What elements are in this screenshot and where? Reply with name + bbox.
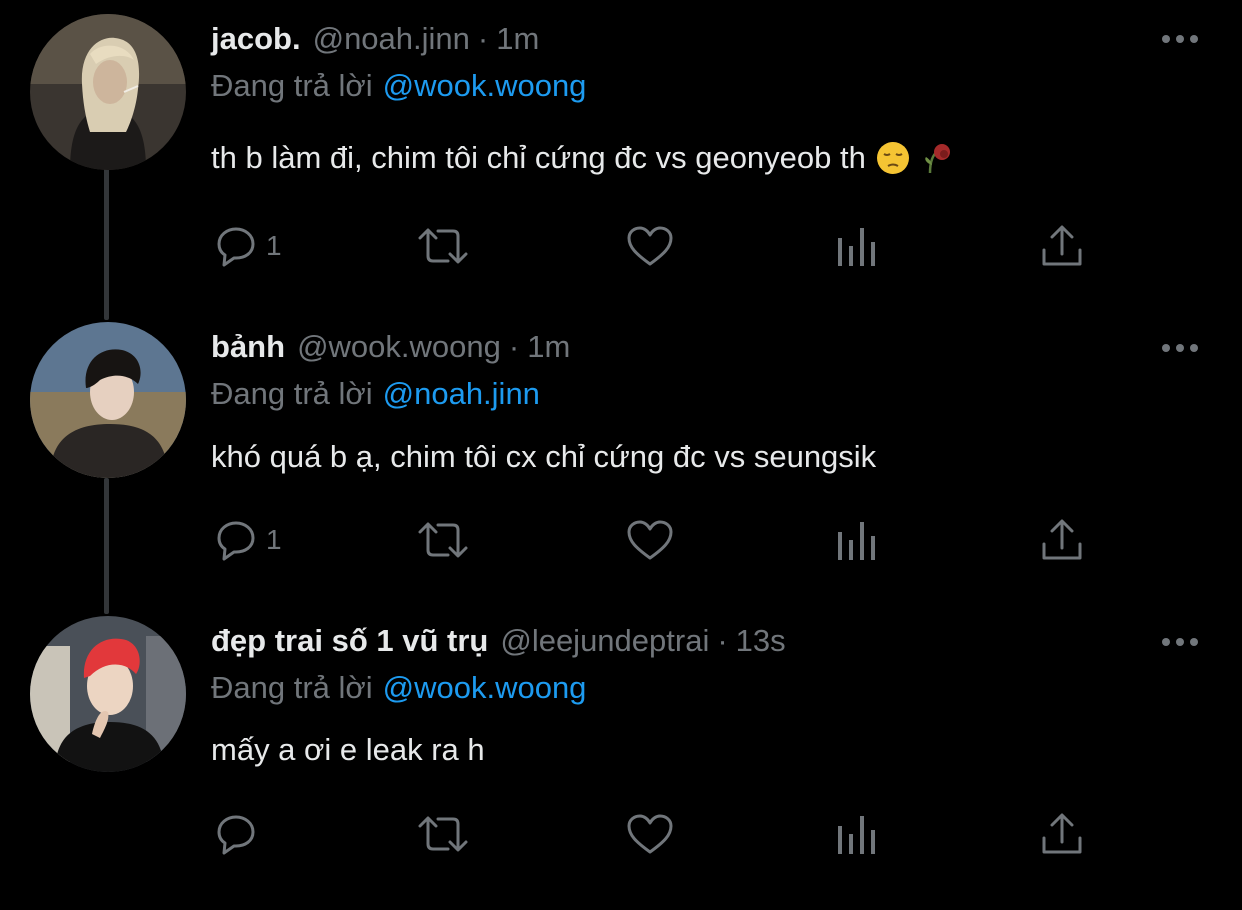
share-upload-icon: [1042, 225, 1082, 266]
retweet-icon: [418, 816, 468, 852]
user-handle[interactable]: @leejundeptrai: [500, 623, 709, 659]
user-handle[interactable]: @noah.jinn: [313, 21, 470, 57]
tweet-actions: 1: [0, 512, 1242, 568]
share-button[interactable]: [1040, 512, 1084, 568]
timestamp[interactable]: 1m: [527, 329, 570, 365]
reply-bubble-icon: [217, 815, 255, 855]
reply-button[interactable]: 1: [214, 218, 282, 274]
views-button[interactable]: [836, 806, 876, 862]
separator-dot: ·: [477, 21, 489, 56]
tweet-text: mấy a ơi e leak ra h: [211, 728, 485, 772]
tweet-header: jacob. @noah.jinn · 1m: [211, 14, 539, 64]
like-button[interactable]: [626, 512, 674, 568]
reply-bubble-icon: [217, 227, 255, 267]
tweet-header: bảnh @wook.woong · 1m: [211, 322, 570, 372]
display-name[interactable]: đẹp trai số 1 vũ trụ: [211, 623, 488, 659]
more-dots-icon[interactable]: [1160, 338, 1200, 358]
heart-icon: [627, 814, 673, 854]
avatar[interactable]: [30, 322, 186, 478]
pensive-face-emoji: [876, 141, 910, 175]
tweet-body: khó quá b ạ, chim tôi cx chỉ cứng đc vs …: [211, 439, 877, 474]
replying-to-label: Đang trả lời: [211, 376, 373, 411]
like-button[interactable]: [626, 218, 674, 274]
replying-to: Đang trả lời @wook.woong: [211, 68, 586, 104]
reply-count: 1: [266, 524, 282, 555]
retweet-icon: [418, 228, 468, 264]
replying-to-link[interactable]: @wook.woong: [383, 670, 587, 705]
timestamp[interactable]: 13s: [736, 623, 786, 659]
heart-icon: [627, 520, 673, 560]
tweet-text: khó quá b ạ, chim tôi cx chỉ cứng đc vs …: [211, 435, 876, 479]
views-button[interactable]: [836, 218, 876, 274]
separator-dot: ·: [717, 623, 728, 658]
tweet-actions: 1: [0, 218, 1242, 274]
retweet-button[interactable]: [414, 218, 472, 274]
replying-to-link[interactable]: @wook.woong: [383, 68, 587, 103]
replying-to-label: Đang trả lời: [211, 670, 373, 705]
tweet-header: đẹp trai số 1 vũ trụ @leejundeptrai · 13…: [211, 616, 786, 666]
replying-to: Đang trả lời @wook.woong: [211, 670, 586, 706]
views-button[interactable]: [836, 512, 876, 568]
share-button[interactable]: [1040, 218, 1084, 274]
wilted-flower-emoji: [920, 141, 954, 175]
more-dots-icon[interactable]: [1160, 29, 1200, 49]
retweet-button[interactable]: [414, 512, 472, 568]
tweet-text: th b làm đi, chim tôi chỉ cứng đc vs geo…: [211, 136, 954, 180]
display-name[interactable]: jacob.: [211, 21, 301, 57]
display-name[interactable]: bảnh: [211, 329, 285, 365]
avatar[interactable]: [30, 616, 186, 772]
tweet-body: th b làm đi, chim tôi chỉ cứng đc vs geo…: [211, 140, 866, 175]
heart-icon: [627, 226, 673, 266]
replying-to-label: Đang trả lời: [211, 68, 373, 103]
tweet-body: mấy a ơi e leak ra h: [211, 732, 485, 767]
reply-count: 1: [266, 230, 282, 261]
tweet-actions: [0, 806, 1242, 862]
tweet[interactable]: đẹp trai số 1 vũ trụ @leejundeptrai · 13…: [0, 616, 1242, 910]
share-upload-icon: [1042, 519, 1082, 560]
reply-bubble-icon: [217, 521, 255, 561]
reply-button[interactable]: [214, 806, 266, 862]
more-dots-icon[interactable]: [1160, 632, 1200, 652]
share-button[interactable]: [1040, 806, 1084, 862]
analytics-bars-icon: [838, 228, 875, 266]
like-button[interactable]: [626, 806, 674, 862]
replying-to-link[interactable]: @noah.jinn: [383, 376, 540, 411]
retweet-icon: [418, 522, 468, 558]
share-upload-icon: [1042, 813, 1082, 854]
separator-dot: ·: [508, 329, 520, 364]
tweet[interactable]: bảnh @wook.woong · 1m Đang trả lời @noah.…: [0, 322, 1242, 616]
reply-button[interactable]: 1: [214, 512, 282, 568]
analytics-bars-icon: [838, 522, 875, 560]
timestamp[interactable]: 1m: [496, 21, 539, 57]
avatar[interactable]: [30, 14, 186, 170]
analytics-bars-icon: [838, 816, 875, 854]
tweet[interactable]: jacob. @noah.jinn · 1m Đang trả lời @wook…: [0, 14, 1242, 308]
user-handle[interactable]: @wook.woong: [297, 329, 501, 365]
replying-to: Đang trả lời @noah.jinn: [211, 376, 540, 412]
retweet-button[interactable]: [414, 806, 472, 862]
